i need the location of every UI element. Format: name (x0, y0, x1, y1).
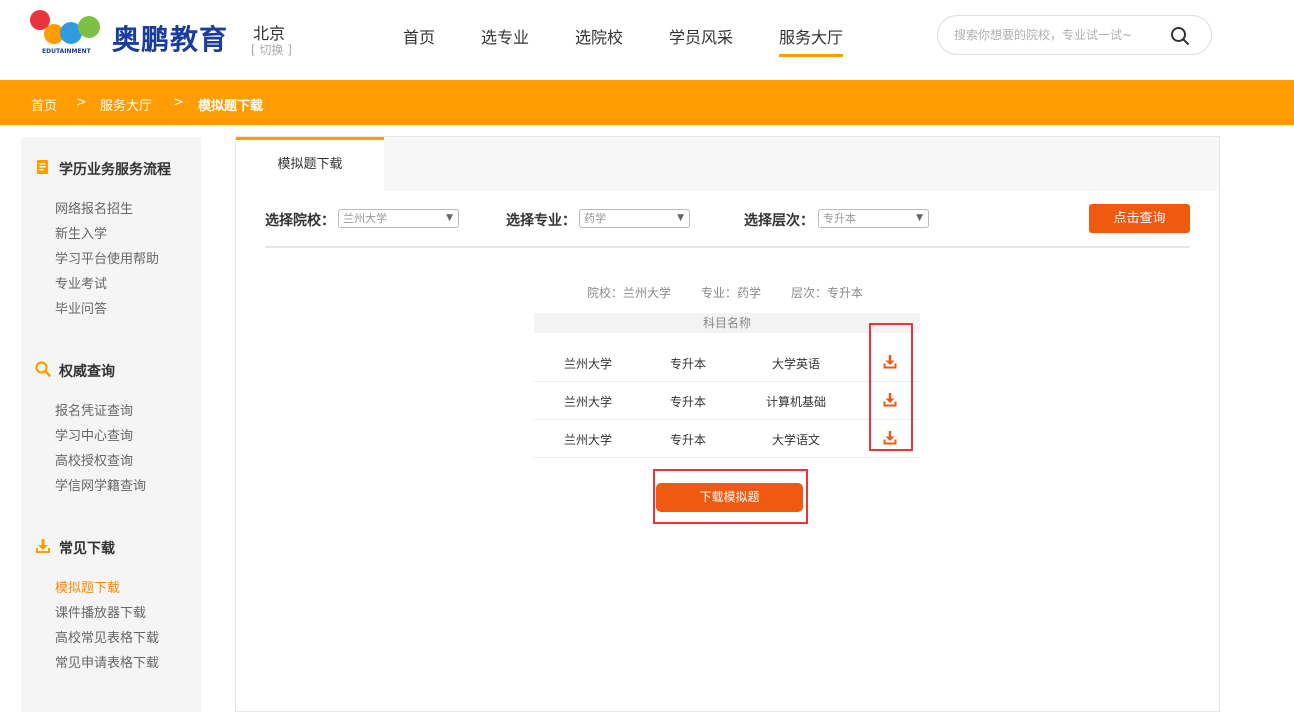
sidebar-item[interactable]: 常见申请表格下载 (55, 652, 159, 671)
nav-major[interactable]: 选专业 (481, 24, 529, 54)
nav-students[interactable]: 学员风采 (669, 24, 733, 54)
sidebar-item[interactable]: 高校常见表格下载 (55, 627, 159, 646)
level-filter-label: 选择层次： (744, 210, 814, 230)
query-button[interactable]: 点击查询 (1089, 204, 1190, 233)
major-select-value: 药学 (584, 212, 606, 225)
breadcrumb-separator: > (173, 95, 184, 110)
download-icon (35, 538, 51, 554)
summary-major: 专业：药学 (701, 284, 761, 301)
nav-service-hall[interactable]: 服务大厅 (779, 24, 843, 57)
breadcrumb: 首页 > 服务大厅 > 模拟题下载 (0, 80, 1294, 125)
sidebar-item[interactable]: 学习平台使用帮助 (55, 248, 159, 267)
row-level: 专升本 (670, 393, 706, 410)
highlight-box (869, 323, 913, 451)
dropdown-arrow-icon: ▼ (677, 210, 684, 227)
table-row: 兰州大学 专升本 大学语文 (534, 420, 920, 458)
level-select-value: 专升本 (823, 212, 856, 225)
sidebar-item[interactable]: 学习中心查询 (55, 425, 133, 444)
logo-subtitle: EDUTAINMENT (42, 48, 91, 55)
download-mock-exam-button[interactable]: 下载模拟题 (656, 483, 803, 512)
row-school: 兰州大学 (564, 431, 612, 448)
search-input[interactable] (954, 25, 1154, 45)
sidebar-item[interactable]: 报名凭证查询 (55, 400, 133, 419)
school-select[interactable]: 兰州大学 ▼ (338, 209, 459, 228)
sidebar-item[interactable]: 专业考试 (55, 273, 107, 292)
row-school: 兰州大学 (564, 355, 612, 372)
dropdown-arrow-icon: ▼ (916, 210, 923, 227)
search-icon (35, 361, 51, 377)
divider (265, 246, 1190, 248)
row-subject: 大学语文 (772, 431, 820, 448)
site-header: EDUTAINMENT 奥鹏教育 北京 [ 切换 ] 首页 选专业 选院校 学员… (0, 0, 1294, 80)
sidebar-item[interactable]: 课件播放器下载 (55, 602, 146, 621)
dropdown-arrow-icon: ▼ (446, 210, 453, 227)
sidebar: 学历业务服务流程 网络报名招生 新生入学 学习平台使用帮助 专业考试 毕业问答 … (21, 137, 201, 712)
sidebar-item[interactable]: 新生入学 (55, 223, 107, 242)
row-level: 专升本 (670, 355, 706, 372)
row-level: 专升本 (670, 431, 706, 448)
tab-mock-exam-download[interactable]: 模拟题下载 (236, 137, 384, 191)
sidebar-item[interactable]: 网络报名招生 (55, 198, 133, 217)
row-school: 兰州大学 (564, 393, 612, 410)
row-subject: 计算机基础 (766, 393, 826, 410)
main-panel: 模拟题下载 选择院校： 兰州大学 ▼ 选择专业： 药学 ▼ 选择层次： 专升本 … (235, 136, 1220, 712)
sidebar-item-mock-exam[interactable]: 模拟题下载 (55, 577, 120, 596)
breadcrumb-separator: > (76, 95, 87, 110)
logo[interactable]: EDUTAINMENT 奥鹏教育 (30, 8, 240, 58)
major-filter-label: 选择专业： (506, 210, 576, 230)
document-icon (35, 159, 51, 175)
breadcrumb-service-hall[interactable]: 服务大厅 (100, 95, 152, 114)
sidebar-item[interactable]: 高校授权查询 (55, 450, 133, 469)
tab-bar: 模拟题下载 (236, 137, 1219, 191)
breadcrumb-home[interactable]: 首页 (31, 95, 57, 114)
level-select[interactable]: 专升本 ▼ (818, 209, 929, 228)
nav-home[interactable]: 首页 (403, 24, 435, 54)
breadcrumb-current: 模拟题下载 (198, 95, 263, 114)
search-box (937, 15, 1212, 55)
school-filter-label: 选择院校： (265, 210, 335, 230)
major-select[interactable]: 药学 ▼ (579, 209, 690, 228)
table-row: 兰州大学 专升本 计算机基础 (534, 382, 920, 420)
row-subject: 大学英语 (772, 355, 820, 372)
table-row: 兰州大学 专升本 大学英语 (534, 344, 920, 382)
summary-level: 层次：专升本 (791, 284, 863, 301)
school-select-value: 兰州大学 (343, 212, 387, 225)
table-header: 科目名称 (534, 313, 920, 333)
sidebar-item[interactable]: 毕业问答 (55, 298, 107, 317)
search-icon[interactable] (1170, 26, 1190, 46)
city-switch-link[interactable]: [ 切换 ] (251, 41, 292, 58)
sidebar-item[interactable]: 学信网学籍查询 (55, 475, 146, 494)
brand-name: 奥鹏教育 (112, 18, 228, 58)
nav-school[interactable]: 选院校 (575, 24, 623, 54)
summary-school: 院校：兰州大学 (587, 284, 671, 301)
